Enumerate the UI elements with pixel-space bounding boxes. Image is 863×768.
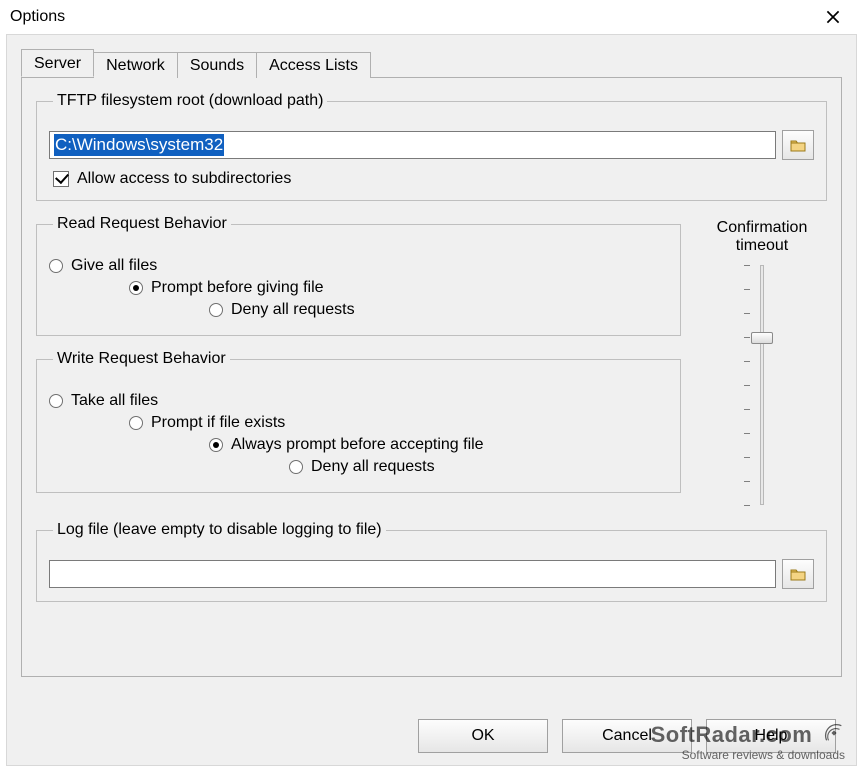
tab-panel-server: TFTP filesystem root (download path) C:\… xyxy=(21,77,842,677)
browse-root-button[interactable] xyxy=(782,130,814,160)
group-write-behavior-legend: Write Request Behavior xyxy=(53,350,230,368)
tab-access-lists[interactable]: Access Lists xyxy=(256,52,371,78)
cancel-button[interactable]: Cancel xyxy=(562,719,692,753)
group-read-behavior-legend: Read Request Behavior xyxy=(53,215,231,233)
client-area: Server Network Sounds Access Lists TFTP … xyxy=(6,34,857,766)
write-option-take-all[interactable] xyxy=(49,394,63,408)
close-icon xyxy=(826,10,840,24)
read-option-give-all-label: Give all files xyxy=(71,257,157,275)
tab-server[interactable]: Server xyxy=(21,49,94,77)
confirmation-label-1: Confirmation xyxy=(697,219,827,237)
read-option-prompt[interactable] xyxy=(129,281,143,295)
confirmation-timeout-panel: Confirmation timeout xyxy=(697,215,827,507)
tftp-root-value: C:\Windows\system32 xyxy=(54,134,224,156)
write-option-always-prompt-label: Always prompt before accepting file xyxy=(231,436,484,454)
read-option-give-all[interactable] xyxy=(49,259,63,273)
slider-thumb[interactable] xyxy=(751,332,773,344)
dialog-buttons: OK Cancel Help xyxy=(418,719,836,753)
tab-network[interactable]: Network xyxy=(93,52,178,78)
ok-button[interactable]: OK xyxy=(418,719,548,753)
tab-strip: Server Network Sounds Access Lists xyxy=(21,47,842,77)
options-window: Options Server Network Sounds Access Lis… xyxy=(0,0,863,768)
group-log-file: Log file (leave empty to disable logging… xyxy=(36,521,827,602)
group-read-behavior: Read Request Behavior Give all files Pro… xyxy=(36,215,681,336)
tab-sounds[interactable]: Sounds xyxy=(177,52,257,78)
write-option-deny[interactable] xyxy=(289,460,303,474)
confirmation-timeout-slider[interactable] xyxy=(737,265,787,505)
allow-subdirs-label: Allow access to subdirectories xyxy=(77,170,291,188)
write-option-prompt-exists[interactable] xyxy=(129,416,143,430)
group-tftp-root-legend: TFTP filesystem root (download path) xyxy=(53,92,327,110)
group-tftp-root: TFTP filesystem root (download path) C:\… xyxy=(36,92,827,201)
titlebar: Options xyxy=(0,0,863,34)
write-option-prompt-exists-label: Prompt if file exists xyxy=(151,414,285,432)
tftp-root-input[interactable]: C:\Windows\system32 xyxy=(49,131,776,159)
write-option-take-all-label: Take all files xyxy=(71,392,158,410)
write-option-always-prompt[interactable] xyxy=(209,438,223,452)
group-log-file-legend: Log file (leave empty to disable logging… xyxy=(53,521,386,539)
folder-icon xyxy=(790,567,806,581)
close-button[interactable] xyxy=(811,2,855,32)
log-file-input[interactable] xyxy=(49,560,776,588)
read-option-deny[interactable] xyxy=(209,303,223,317)
read-option-deny-label: Deny all requests xyxy=(231,301,355,319)
window-title: Options xyxy=(10,8,811,26)
write-option-deny-label: Deny all requests xyxy=(311,458,435,476)
folder-icon xyxy=(790,138,806,152)
confirmation-label-2: timeout xyxy=(697,237,827,255)
read-option-prompt-label: Prompt before giving file xyxy=(151,279,324,297)
help-button[interactable]: Help xyxy=(706,719,836,753)
group-write-behavior: Write Request Behavior Take all files Pr… xyxy=(36,350,681,493)
allow-subdirs-checkbox[interactable] xyxy=(53,171,69,187)
browse-log-button[interactable] xyxy=(782,559,814,589)
